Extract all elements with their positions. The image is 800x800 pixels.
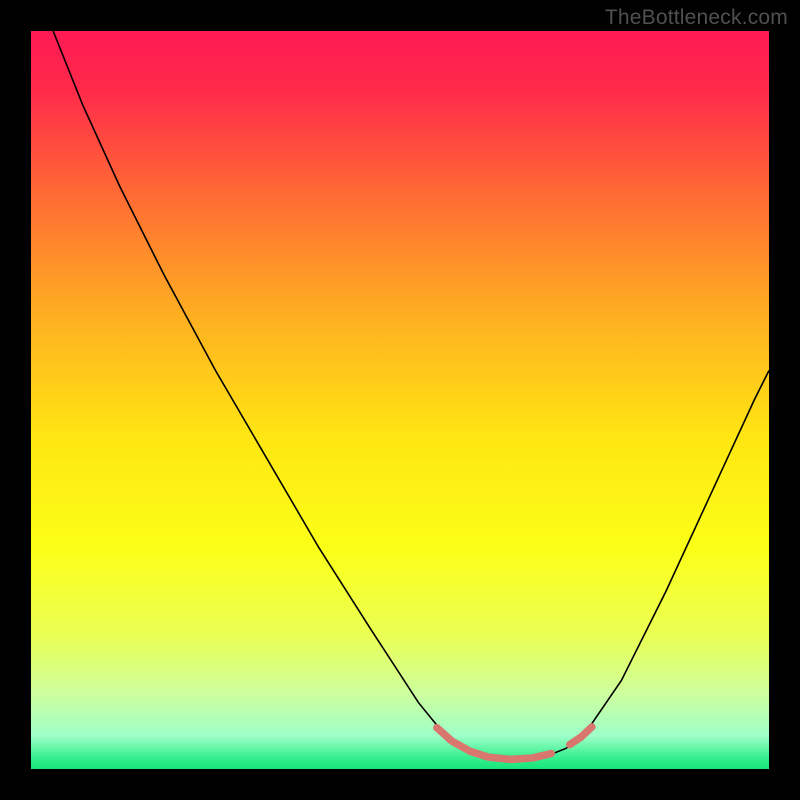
series-highlight-right <box>570 727 592 745</box>
plot-area <box>31 31 769 769</box>
series-bottleneck-curve <box>53 31 769 759</box>
curve-layer <box>31 31 769 769</box>
series-highlight-left <box>437 728 551 760</box>
chart-frame: TheBottleneck.com <box>0 0 800 800</box>
watermark-text: TheBottleneck.com <box>605 6 788 30</box>
